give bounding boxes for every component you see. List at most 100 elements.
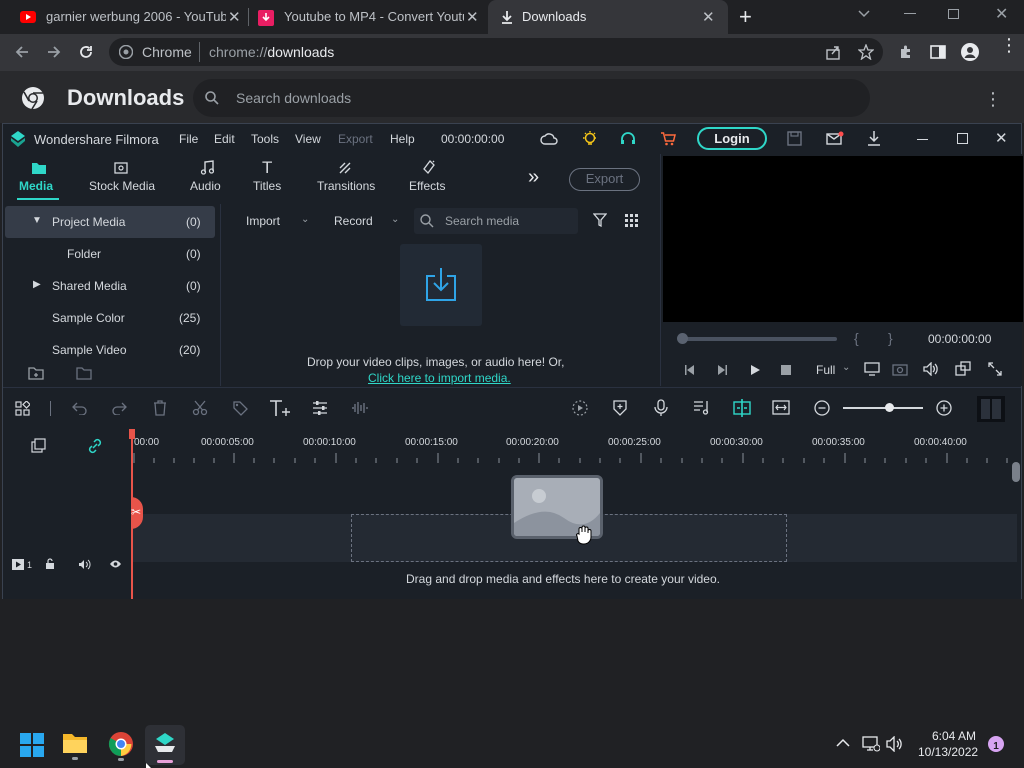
tab-transitions[interactable]: Transitions: [315, 160, 379, 200]
import-dropdown[interactable]: Import ⌄: [240, 208, 318, 234]
redo-icon[interactable]: [111, 401, 127, 415]
close-tab-icon[interactable]: ✕: [466, 8, 479, 26]
cut-icon[interactable]: [192, 400, 208, 416]
lightbulb-icon[interactable]: [582, 130, 598, 148]
login-button[interactable]: Login: [697, 127, 767, 150]
clock-time[interactable]: 6:04 AM: [932, 729, 976, 743]
filter-icon[interactable]: [593, 213, 607, 227]
timeline-vertical-scrollbar[interactable]: [1012, 462, 1020, 482]
tab-effects[interactable]: Effects: [407, 160, 451, 200]
back-icon[interactable]: [14, 44, 30, 60]
mark-out-icon[interactable]: }: [888, 330, 893, 346]
windows-start-icon[interactable]: [20, 733, 44, 757]
cart-icon[interactable]: [660, 131, 676, 147]
mail-icon[interactable]: [826, 131, 844, 146]
quality-select[interactable]: Full ⌄: [814, 360, 854, 380]
library-item-project-media[interactable]: ▼ Project Media (0): [5, 206, 215, 238]
previous-frame-icon[interactable]: [684, 364, 696, 376]
pip-icon[interactable]: [955, 361, 971, 376]
layout-icon[interactable]: [15, 401, 30, 416]
export-button[interactable]: Export: [569, 168, 640, 191]
menu-export[interactable]: Export: [338, 132, 373, 146]
bookmark-star-icon[interactable]: [858, 44, 874, 60]
maximize-icon[interactable]: [957, 133, 968, 144]
notification-badge[interactable]: 1: [988, 736, 1004, 752]
fullscreen-icon[interactable]: [988, 362, 1002, 376]
import-media-link[interactable]: Click here to import media.: [368, 371, 511, 385]
next-frame-icon[interactable]: [716, 364, 728, 376]
menu-view[interactable]: View: [295, 132, 321, 146]
close-window-icon[interactable]: ✕: [995, 4, 1008, 24]
extensions-icon[interactable]: [898, 44, 914, 60]
library-item-folder[interactable]: Folder (0): [5, 238, 215, 270]
lock-icon[interactable]: [45, 558, 57, 570]
menu-edit[interactable]: Edit: [214, 132, 235, 146]
stop-icon[interactable]: [781, 365, 791, 375]
network-icon[interactable]: [862, 736, 880, 752]
library-item-shared-media[interactable]: ▶ Shared Media (0): [5, 270, 215, 302]
tab-titles[interactable]: T Titles: [251, 158, 291, 200]
adjust-icon[interactable]: [312, 400, 328, 416]
add-track-icon[interactable]: [31, 438, 46, 453]
tab-downloads[interactable]: Downloads ✕: [488, 0, 728, 34]
add-text-icon[interactable]: [269, 399, 291, 417]
download-icon[interactable]: [867, 130, 881, 147]
track-height-toggle[interactable]: [977, 396, 1005, 422]
cloud-icon[interactable]: [540, 132, 558, 146]
snap-magnet-icon[interactable]: [732, 398, 752, 418]
grid-view-icon[interactable]: [625, 214, 638, 227]
audio-mixer-icon[interactable]: [693, 399, 711, 416]
zoom-in-icon[interactable]: [936, 400, 952, 416]
show-hidden-icons-chevron[interactable]: [836, 738, 850, 748]
tab-audio[interactable]: Audio: [187, 160, 227, 200]
preview-progress-slider[interactable]: [677, 333, 837, 344]
render-preview-icon[interactable]: [572, 400, 588, 416]
play-icon[interactable]: [749, 364, 761, 376]
marker-shield-icon[interactable]: [613, 399, 627, 416]
taskbar-chrome[interactable]: [108, 731, 138, 761]
close-icon[interactable]: ✕: [995, 129, 1008, 147]
tag-icon[interactable]: [232, 400, 248, 416]
speaker-icon[interactable]: [886, 736, 904, 752]
menu-file[interactable]: File: [179, 132, 198, 146]
forward-icon[interactable]: [46, 44, 62, 60]
tab-media[interactable]: Media: [17, 160, 61, 202]
chrome-menu-icon[interactable]: ⋮: [1000, 36, 1018, 54]
close-tab-icon[interactable]: ✕: [228, 8, 241, 26]
side-panel-icon[interactable]: [930, 44, 946, 60]
mark-in-icon[interactable]: {: [854, 330, 859, 346]
tab-search-icon[interactable]: [857, 6, 871, 20]
clock-date[interactable]: 10/13/2022: [918, 745, 978, 759]
close-tab-icon[interactable]: ✕: [702, 8, 715, 26]
restore-icon[interactable]: [948, 9, 959, 19]
record-dropdown[interactable]: Record ⌄: [326, 208, 406, 234]
profile-icon[interactable]: [961, 43, 979, 61]
menu-tools[interactable]: Tools: [251, 132, 279, 146]
taskbar-filmora[interactable]: [145, 725, 185, 765]
delete-icon[interactable]: [153, 400, 167, 416]
save-icon[interactable]: [787, 131, 802, 146]
microphone-icon[interactable]: [654, 399, 668, 416]
mute-track-icon[interactable]: [78, 559, 91, 570]
display-icon[interactable]: [864, 362, 880, 376]
audio-wave-icon[interactable]: [351, 400, 369, 416]
eye-icon[interactable]: [109, 559, 122, 569]
folder-icon[interactable]: [76, 366, 92, 380]
zoom-out-icon[interactable]: [814, 400, 830, 416]
support-headset-icon[interactable]: [620, 131, 636, 147]
timeline-ruler[interactable]: 00:00 00:00:05:00 00:00:10:00 00:00:15:0…: [131, 429, 1021, 464]
library-item-sample-video[interactable]: Sample Video (20): [5, 334, 215, 366]
taskbar-file-explorer[interactable]: [62, 731, 92, 761]
more-tabs-icon[interactable]: »: [528, 166, 539, 189]
address-bar[interactable]: Chrome chrome://downloads: [109, 38, 883, 66]
new-tab-icon[interactable]: +: [739, 4, 752, 30]
tab-stock-media[interactable]: Stock Media: [85, 160, 155, 200]
import-drop-zone[interactable]: [400, 244, 482, 326]
snapshot-camera-icon[interactable]: [892, 362, 908, 376]
link-icon[interactable]: [87, 438, 103, 454]
zoom-slider[interactable]: [843, 403, 923, 412]
menu-help[interactable]: Help: [390, 132, 415, 146]
library-item-sample-color[interactable]: Sample Color (25): [5, 302, 215, 334]
undo-icon[interactable]: [72, 401, 88, 415]
minimize-icon[interactable]: [904, 13, 916, 14]
